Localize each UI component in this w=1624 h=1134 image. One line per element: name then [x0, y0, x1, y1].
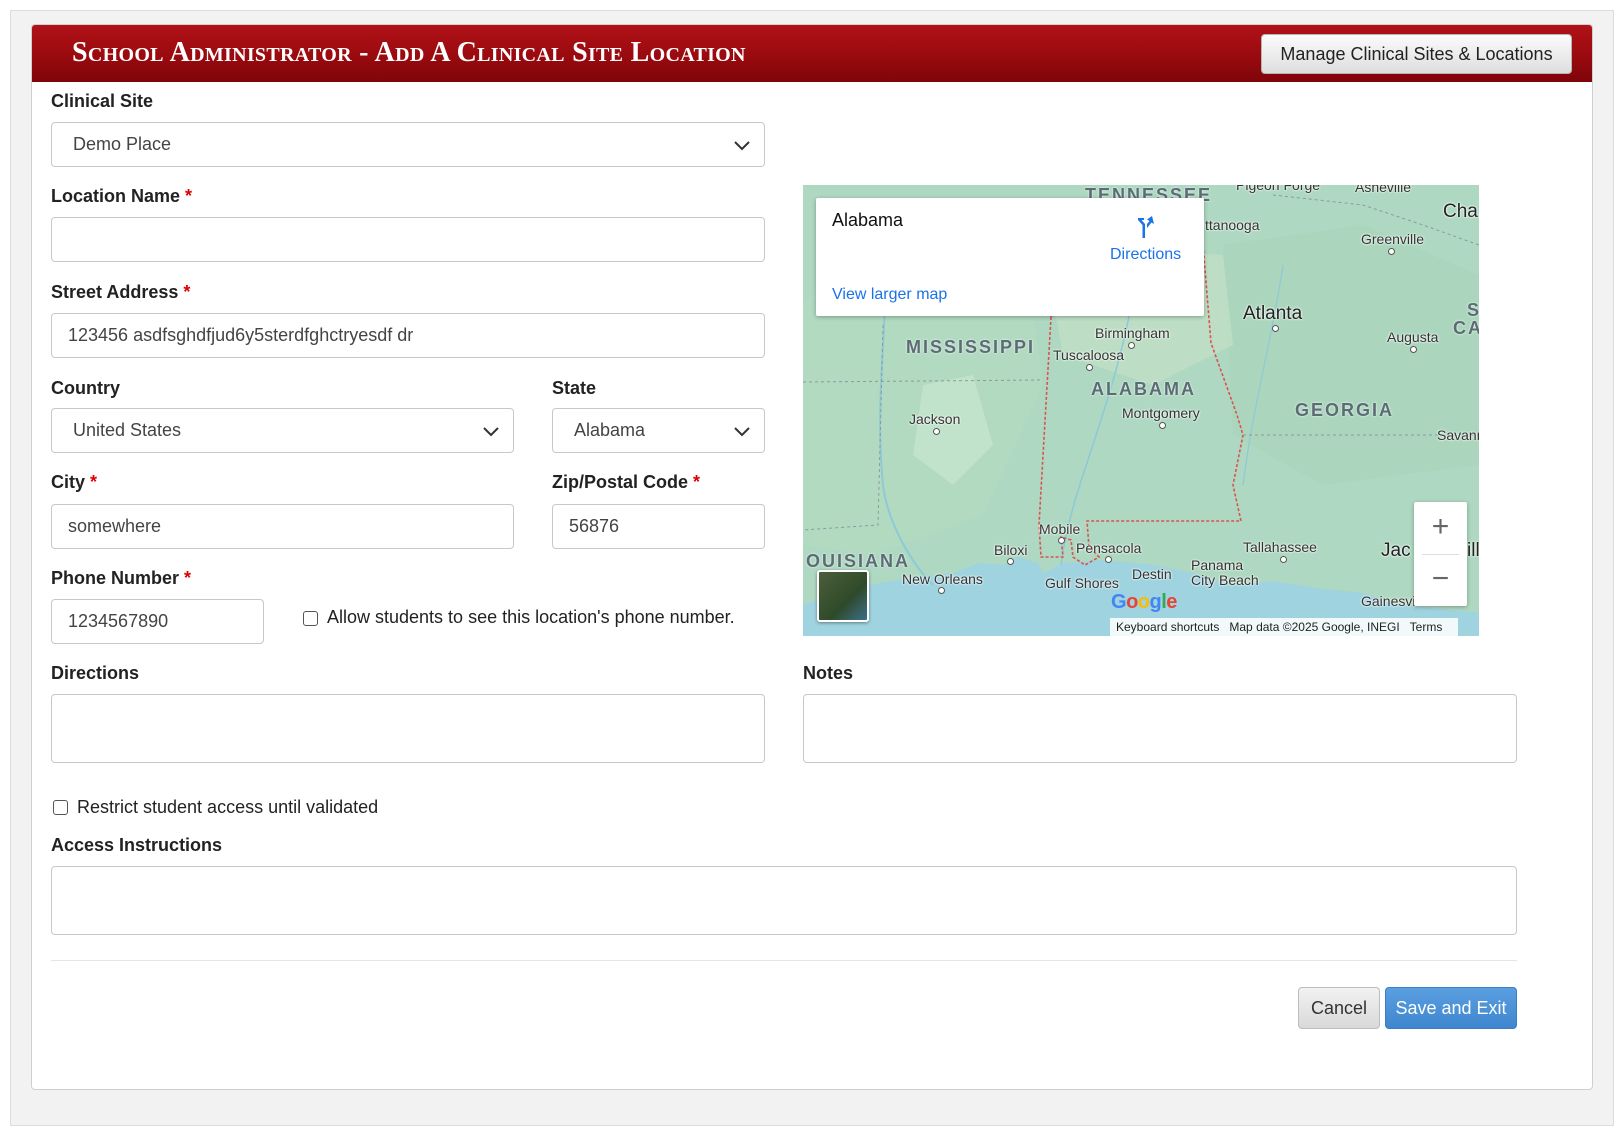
required-marker: * — [184, 568, 192, 588]
map-city-dot — [1280, 556, 1287, 563]
clinical-site-value: Demo Place — [73, 134, 172, 154]
map-label-tallahassee: Tallahassee — [1243, 539, 1317, 555]
country-label: Country — [51, 378, 120, 398]
restrict-access-checkbox[interactable] — [53, 800, 68, 815]
required-marker: * — [183, 282, 191, 302]
phone-label: Phone Number * — [51, 568, 192, 588]
directions-label: Directions — [51, 663, 140, 683]
cancel-button[interactable]: Cancel — [1298, 987, 1380, 1029]
country-value: United States — [73, 420, 182, 440]
satellite-toggle-button[interactable] — [817, 570, 869, 622]
panel-header: School Administrator - Add A Clinical Si… — [32, 25, 1592, 82]
save-and-exit-button[interactable]: Save and Exit — [1385, 987, 1517, 1029]
map-label-louisiana: OUISIANA — [806, 551, 911, 571]
chevron-down-icon — [734, 141, 750, 151]
notes-label: Notes — [803, 663, 854, 683]
map-label-biloxi: Biloxi — [994, 542, 1028, 558]
state-label: State — [552, 378, 597, 398]
map-label-georgia: GEORGIA — [1295, 400, 1395, 420]
map-city-dot — [1128, 342, 1135, 349]
map-city-dot — [1388, 248, 1395, 255]
street-address-input[interactable]: 123456 asdfsghdfjud6y5sterdfghctryesdf d… — [51, 313, 765, 358]
required-marker: * — [90, 472, 98, 492]
map-city-dot — [933, 428, 940, 435]
google-map[interactable]: TENNESSEE MISSISSIPPI ALABAMA GEORGIA OU… — [803, 185, 1479, 636]
clinical-site-label: Clinical Site — [51, 91, 154, 111]
map-city-dot — [1159, 422, 1166, 429]
map-label-jacksonville-2: ill — [1467, 540, 1479, 561]
map-label-asheville: Asheville — [1355, 185, 1412, 195]
phone-input[interactable]: 1234567890 — [51, 599, 264, 644]
map-label-montgomery: Montgomery — [1122, 405, 1200, 421]
chevron-down-icon — [483, 427, 499, 437]
state-value: Alabama — [574, 420, 646, 440]
zip-label: Zip/Postal Code * — [552, 472, 701, 492]
map-label-tuscaloosa: Tuscaloosa — [1053, 347, 1125, 363]
terms-link[interactable]: Terms — [1410, 620, 1443, 634]
map-city-dot — [1105, 556, 1112, 563]
map-label-jackson: Jackson — [909, 411, 961, 427]
directions-textarea[interactable] — [51, 694, 765, 763]
form-divider — [51, 960, 1517, 961]
map-city-dot — [1086, 364, 1093, 371]
map-label-alabama: ALABAMA — [1091, 379, 1196, 399]
location-name-input[interactable] — [51, 217, 765, 262]
location-name-label: Location Name * — [51, 186, 193, 206]
phone-visibility-checkbox[interactable] — [303, 611, 318, 626]
map-label-gulf-shores: Gulf Shores — [1045, 575, 1119, 591]
required-marker: * — [185, 186, 193, 206]
map-label-atlanta: Atlanta — [1243, 303, 1303, 324]
manage-clinical-sites-button[interactable]: Manage Clinical Sites & Locations — [1261, 34, 1572, 74]
map-city-dot — [1272, 325, 1279, 332]
map-attribution: Keyboard shortcuts Map data ©2025 Google,… — [1110, 618, 1459, 636]
map-label-greenville: Greenville — [1361, 231, 1425, 247]
map-label-destin: Destin — [1132, 566, 1172, 582]
google-logo: Google — [1111, 591, 1177, 613]
access-instructions-label: Access Instructions — [51, 835, 223, 855]
view-larger-map-link[interactable]: View larger map — [832, 286, 947, 304]
directions-icon[interactable] — [1132, 214, 1158, 240]
map-info-title: Alabama — [832, 210, 904, 230]
keyboard-shortcuts-link[interactable]: Keyboard shortcuts — [1116, 620, 1219, 634]
map-label-gainesville: Gainesvi — [1361, 593, 1416, 609]
map-label-south-carolina-2: CA — [1453, 318, 1479, 338]
phone-visibility-label[interactable]: Allow students to see this location's ph… — [327, 607, 735, 628]
access-instructions-textarea[interactable] — [51, 866, 1517, 935]
map-label-mobile: Mobile — [1039, 521, 1081, 537]
map-city-dot — [1058, 537, 1065, 544]
map-label-charlotte: Cha — [1443, 201, 1478, 222]
map-label-birmingham: Birmingham — [1095, 325, 1170, 341]
street-address-label: Street Address * — [51, 282, 191, 302]
map-label-new-orleans: New Orleans — [902, 571, 983, 587]
zoom-in-button[interactable]: + — [1414, 502, 1467, 554]
map-label-savannah: Savann — [1437, 427, 1479, 443]
map-data-text: Map data ©2025 Google, INEGI — [1229, 620, 1400, 634]
chevron-down-icon — [734, 427, 750, 437]
required-marker: * — [693, 472, 701, 492]
city-label: City * — [51, 472, 98, 492]
country-select[interactable]: United States — [51, 408, 514, 453]
page-title: School Administrator - Add A Clinical Si… — [72, 37, 746, 68]
zip-input[interactable]: 56876 — [552, 504, 765, 549]
add-location-panel: School Administrator - Add A Clinical Si… — [31, 24, 1593, 1090]
state-select[interactable]: Alabama — [552, 408, 765, 453]
map-label-augusta: Augusta — [1387, 329, 1439, 345]
map-label-jacksonville-1: Jac — [1381, 540, 1411, 561]
map-city-dot — [1410, 346, 1417, 353]
map-label-chattanooga: ttanooga — [1205, 217, 1260, 233]
restrict-access-label[interactable]: Restrict student access until validated — [77, 797, 378, 818]
map-label-panama-city-beach: Panama City Beach — [1191, 557, 1259, 588]
map-label-pigeon-forge: Pigeon Forge — [1236, 185, 1321, 193]
map-city-dot — [938, 587, 945, 594]
map-city-dot — [1007, 558, 1014, 565]
city-input[interactable]: somewhere — [51, 504, 514, 549]
map-info-card: Alabama Directions View larger map — [816, 198, 1204, 316]
clinical-site-select[interactable]: Demo Place — [51, 122, 765, 167]
notes-textarea[interactable] — [803, 694, 1517, 763]
map-label-pensacola: Pensacola — [1076, 540, 1142, 556]
map-label-mississippi: MISSISSIPPI — [906, 337, 1036, 357]
zoom-out-button[interactable]: − — [1414, 554, 1467, 606]
zoom-control: + − — [1414, 502, 1467, 606]
directions-link[interactable]: Directions — [1110, 246, 1181, 264]
